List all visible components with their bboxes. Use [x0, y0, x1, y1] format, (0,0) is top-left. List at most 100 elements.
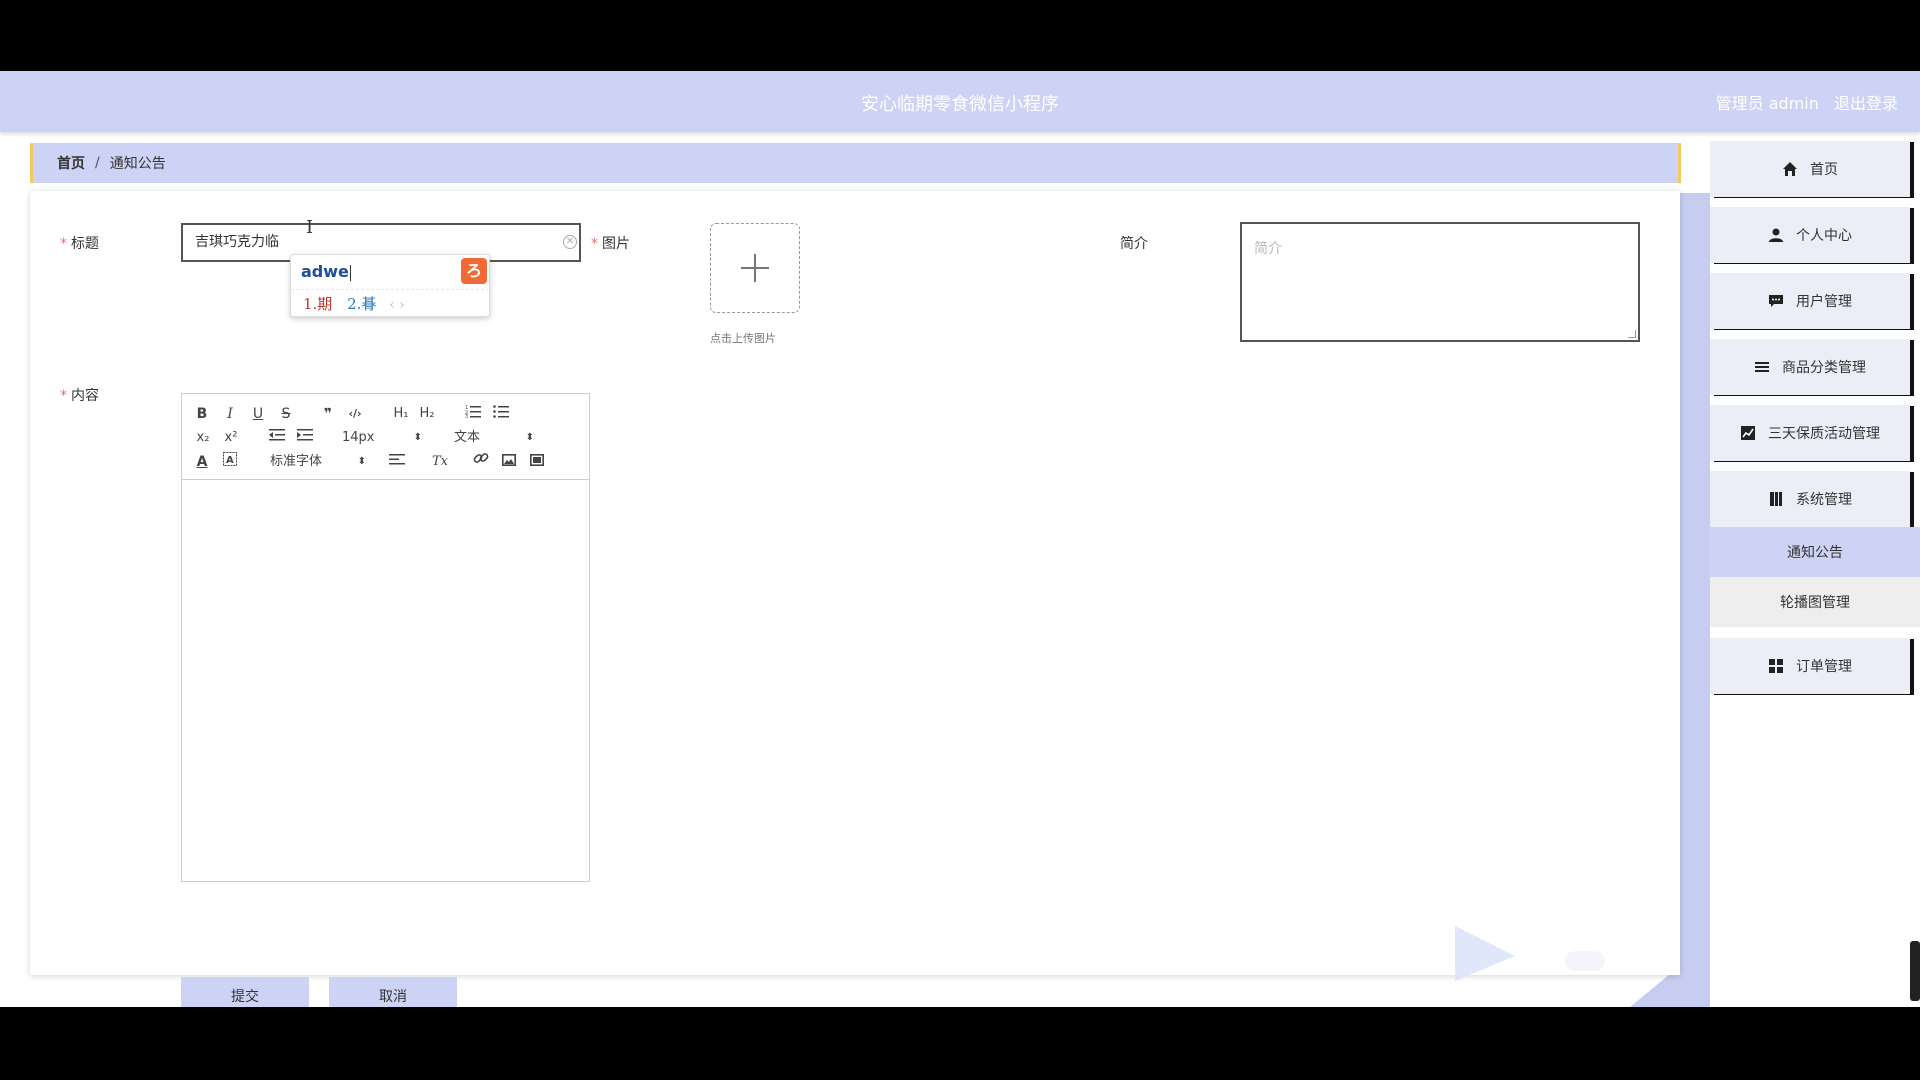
- strike-button[interactable]: S: [278, 402, 294, 426]
- sidebar-subitem-banner[interactable]: 轮播图管理: [1710, 577, 1920, 627]
- ime-candidates: 1.期 2.朞 ‹ ›: [303, 293, 405, 314]
- sidebar-item-orders[interactable]: 订单管理: [1710, 638, 1910, 694]
- text-cursor-icon: I: [306, 217, 314, 238]
- ime-logo-icon: ろ: [461, 258, 487, 284]
- image-icon[interactable]: [500, 450, 518, 474]
- title-label: * 标题: [60, 233, 99, 253]
- toolbar-row-1: B I U S ❞ ‹/› H₁ H₂ 123: [182, 402, 589, 426]
- sidebar-item-users[interactable]: 用户管理: [1710, 273, 1910, 329]
- breadcrumb-current: 通知公告: [109, 156, 166, 172]
- toolbar-row-2: x₂ x² 14px ⬍ 文本 ⬍: [182, 426, 589, 450]
- app-title: 安心临期零食微信小程序: [861, 94, 1059, 115]
- breadcrumb: 首页 / 通知公告: [30, 143, 1681, 183]
- ime-candidate-1[interactable]: 1.期: [303, 295, 332, 313]
- sidebar-item-label: 商品分类管理: [1782, 360, 1866, 376]
- cancel-button[interactable]: 取消: [329, 977, 457, 1007]
- required-mark: *: [60, 236, 67, 252]
- ordered-list-icon[interactable]: 123: [464, 402, 482, 426]
- user-info: 管理员 admin 退出登录: [1706, 90, 1898, 114]
- font-family-select[interactable]: 标准字体 ⬍: [270, 450, 366, 474]
- svg-text:3: 3: [465, 414, 468, 418]
- subscript-button[interactable]: x₂: [194, 426, 212, 450]
- breadcrumb-home[interactable]: 首页: [57, 153, 85, 173]
- sidebar-item-home[interactable]: 首页: [1710, 141, 1910, 197]
- sidebar-subitem-label: 轮播图管理: [1780, 595, 1850, 611]
- sidebar-item-categories[interactable]: 商品分类管理: [1710, 339, 1910, 395]
- bold-button[interactable]: B: [194, 402, 210, 426]
- sidebar-item-label: 个人中心: [1796, 228, 1852, 244]
- editor-content-area[interactable]: [182, 481, 589, 881]
- ime-divider: [291, 289, 489, 290]
- content-label-text: 内容: [71, 388, 99, 404]
- chart-icon: [1740, 425, 1756, 441]
- app-screen: 安心临期零食微信小程序 管理员 admin 退出登录 首页 / 通知公告 * 标题…: [0, 71, 1920, 1007]
- sidebar-item-system[interactable]: 系统管理: [1710, 471, 1910, 527]
- ime-composition-text: adwe: [301, 262, 349, 281]
- sidebar-subitem-notice[interactable]: 通知公告: [1710, 527, 1920, 577]
- background-band: [1680, 193, 1710, 1007]
- sidebar: 首页 个人中心 用户管理 商品分类管理 三天保质活动管理 系统管理 通知公告 轮…: [1710, 141, 1920, 1007]
- sidebar-item-profile[interactable]: 个人中心: [1710, 207, 1910, 263]
- header-1-button[interactable]: H₁: [390, 402, 412, 426]
- sidebar-item-label: 三天保质活动管理: [1768, 426, 1880, 442]
- code-block-button[interactable]: ‹/›: [344, 402, 366, 426]
- italic-button[interactable]: I: [222, 402, 238, 426]
- indent-icon[interactable]: [296, 426, 314, 450]
- font-color-icon[interactable]: A: [194, 450, 210, 474]
- underline-button[interactable]: U: [250, 402, 266, 426]
- list-icon: [1754, 359, 1770, 375]
- scrollbar-thumb[interactable]: [1910, 941, 1920, 1001]
- image-label: * 图片: [591, 233, 630, 253]
- block-type-select[interactable]: 文本 ⬍: [454, 426, 534, 450]
- sidebar-item-label: 订单管理: [1796, 659, 1852, 675]
- sidebar-item-label: 用户管理: [1796, 294, 1852, 310]
- resize-grip-icon[interactable]: [1628, 330, 1636, 338]
- ime-candidate-popup: adwe ろ 1.期 2.朞 ‹ ›: [290, 254, 490, 317]
- block-type-value: 文本: [454, 430, 481, 445]
- blockquote-button[interactable]: ❞: [319, 402, 337, 426]
- sidebar-item-label: 系统管理: [1796, 492, 1852, 508]
- sidebar-subitem-label: 通知公告: [1787, 545, 1843, 561]
- link-icon[interactable]: [472, 450, 490, 474]
- bullet-list-icon[interactable]: [492, 402, 510, 426]
- upload-tip: 点击上传图片: [710, 332, 776, 345]
- video-icon[interactable]: [528, 450, 546, 474]
- image-label-text: 图片: [602, 236, 630, 252]
- breadcrumb-separator: /: [95, 155, 100, 171]
- plus-icon: [741, 254, 769, 282]
- toolbar-row-3: A A 标准字体 ⬍ Tx: [182, 450, 589, 474]
- user-role: 管理员 admin: [1715, 94, 1819, 113]
- svg-text:A: A: [226, 455, 234, 466]
- font-family-value: 标准字体: [270, 454, 323, 469]
- sidebar-item-activities[interactable]: 三天保质活动管理: [1710, 405, 1910, 461]
- font-size-select[interactable]: 14px ⬍: [342, 426, 422, 450]
- submit-button[interactable]: 提交: [181, 977, 309, 1007]
- ime-candidate-2[interactable]: 2.朞: [347, 295, 376, 313]
- intro-textarea[interactable]: 简介: [1240, 222, 1640, 342]
- background-color-icon[interactable]: A: [222, 450, 238, 474]
- watermark-logo-icon: [1455, 926, 1515, 981]
- required-mark: *: [60, 388, 67, 404]
- clear-icon[interactable]: ✕: [563, 235, 577, 249]
- intro-label: 简介: [1120, 236, 1148, 252]
- content-label: * 内容: [60, 385, 99, 405]
- outdent-icon[interactable]: [268, 426, 286, 450]
- header-2-button[interactable]: H₂: [416, 402, 438, 426]
- logout-link[interactable]: 退出登录: [1834, 94, 1898, 113]
- title-input-value: 吉琪巧克力临: [195, 234, 279, 250]
- select-arrows-icon: ⬍: [413, 432, 422, 443]
- ime-composition: adwe: [301, 262, 351, 281]
- superscript-button[interactable]: x²: [222, 426, 240, 450]
- sidebar-item-label: 首页: [1810, 162, 1838, 178]
- ime-caret: [349, 264, 351, 281]
- form-card: * 标题 吉琪巧克力临 ✕ I adwe ろ 1.期 2.朞 ‹ › * 图片 点击…: [30, 191, 1680, 1007]
- font-size-value: 14px: [342, 430, 375, 445]
- rich-text-editor: B I U S ❞ ‹/› H₁ H₂ 123 x₂ x² 14px ⬍ 文本 …: [181, 393, 590, 882]
- watermark-blob: [1565, 951, 1605, 971]
- clean-format-button[interactable]: Tx: [430, 450, 450, 474]
- ime-page-arrows[interactable]: ‹ ›: [389, 297, 405, 313]
- image-upload-button[interactable]: [710, 223, 800, 313]
- top-header: 安心临期零食微信小程序 管理员 admin 退出登录: [0, 71, 1920, 132]
- select-arrows-icon: ⬍: [357, 456, 366, 467]
- align-icon[interactable]: [388, 450, 406, 474]
